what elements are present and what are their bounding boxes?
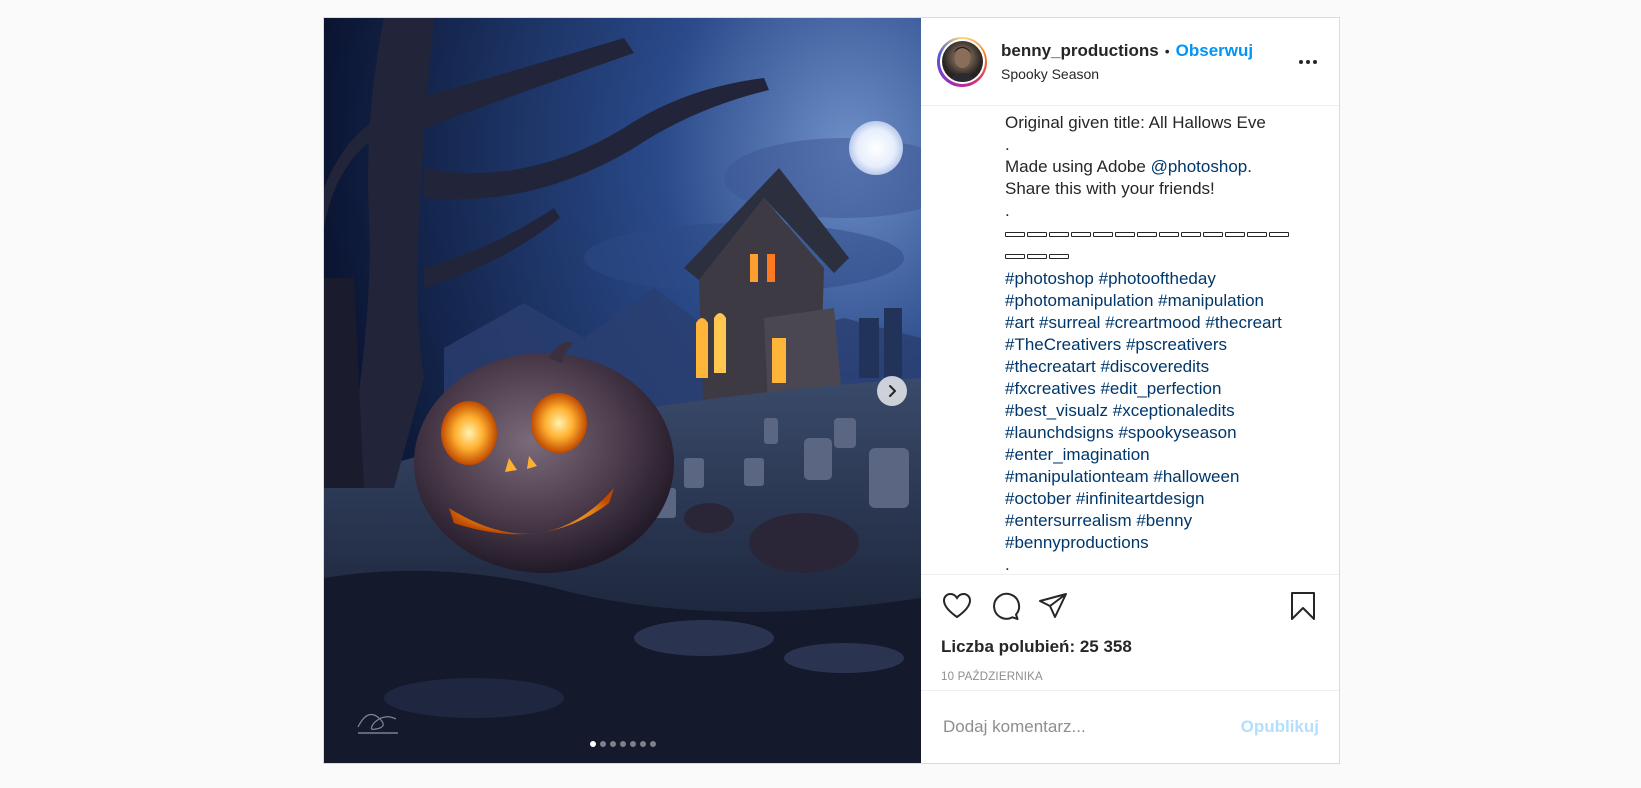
post-card: benny_productions • Obserwuj Spooky Seas… [323,17,1340,764]
post-caption: Original given title: All Hallows Eve . … [921,106,1339,574]
divider-dash [1137,232,1157,237]
caption-title-line: Original given title: All Hallows Eve [1005,113,1266,132]
hashtag-link[interactable]: #TheCreativers [1005,335,1121,354]
hashtag-link[interactable]: #launchdsigns [1005,423,1114,442]
hashtag-link[interactable]: #best_visualz [1005,401,1108,420]
likes-count[interactable]: Liczba polubień: 25 358 [941,637,1319,657]
location-link[interactable]: Spooky Season [1001,65,1253,83]
divider-dash [1159,232,1179,237]
username-link[interactable]: benny_productions [1001,40,1159,62]
hashtag-link[interactable]: #photomanipulation [1005,291,1153,310]
carousel-dot [589,741,596,747]
carousel-dot [629,741,636,747]
carousel-dot [609,741,616,747]
hashtag-line: #bennyproductions [1005,532,1319,554]
hashtag-link[interactable]: #halloween [1153,467,1239,486]
separator-dot: • [1164,42,1170,59]
carousel-dot [619,741,626,747]
divider-dash [1049,254,1069,259]
follow-button[interactable]: Obserwuj [1176,40,1253,62]
carousel-dot [649,741,656,747]
bookmark-icon[interactable] [1287,590,1319,622]
hashtag-line: #october #infiniteartdesign [1005,488,1319,510]
hashtag-link[interactable]: #creartmood [1105,313,1200,332]
post-image[interactable] [324,18,921,763]
post-date[interactable]: 10 PAŹDZIERNIKA [941,671,1319,683]
divider-dash [1247,232,1267,237]
more-icon [1299,59,1303,64]
carousel-dot [599,741,606,747]
avatar[interactable] [937,36,987,87]
hashtag-line: #enter_imagination [1005,444,1319,466]
hashtag-line: #art #surreal #creartmood #thecreart [1005,312,1319,334]
hashtag-link[interactable]: #xceptionaledits [1113,401,1235,420]
hashtag-link[interactable]: #enter_imagination [1005,445,1150,464]
chevron-right-icon [889,385,896,397]
divider-dash [1115,232,1135,237]
heart-icon[interactable] [941,590,973,622]
hashtag-link[interactable]: #benny [1136,511,1192,530]
divider-dash [1203,232,1223,237]
comment-input[interactable] [941,716,1241,738]
post-actions: Liczba polubień: 25 358 10 PAŹDZIERNIKA [921,574,1339,690]
hashtag-link[interactable]: #bennyproductions [1005,533,1149,552]
carousel-next-button[interactable] [877,376,907,406]
divider-dash [1181,232,1201,237]
hashtag-link[interactable]: #thecreart [1205,313,1282,332]
post-header: benny_productions • Obserwuj Spooky Seas… [921,18,1339,106]
hashtag-line: #TheCreativers #pscreativers [1005,334,1319,356]
caption-hashtags: #photoshop #photooftheday #photomanipulat… [1005,268,1319,554]
hashtag-link[interactable]: #october [1005,489,1071,508]
share-icon[interactable] [1037,590,1069,622]
hashtag-link[interactable]: #entersurrealism [1005,511,1132,530]
hashtag-link[interactable]: #photoshop [1005,269,1094,288]
hashtag-link[interactable]: #photooftheday [1099,269,1216,288]
carousel-dot [639,741,646,747]
comment-icon[interactable] [989,590,1021,622]
caption-dot: . [1005,555,1010,574]
divider-dash [1027,232,1047,237]
hashtag-link[interactable]: #spookyseason [1118,423,1236,442]
hashtag-line: #manipulationteam #halloween [1005,466,1319,488]
hashtag-link[interactable]: #surreal [1039,313,1100,332]
publish-button[interactable]: Opublikuj [1241,717,1319,737]
hashtag-link[interactable]: #thecreatart [1005,357,1096,376]
divider-dash [1071,232,1091,237]
hashtag-link[interactable]: #manipulation [1158,291,1264,310]
watermark-logo [357,713,398,734]
hashtag-link[interactable]: #manipulationteam [1005,467,1149,486]
divider-dash [1093,232,1113,237]
hashtag-line: #fxcreatives #edit_perfection [1005,378,1319,400]
caption-dot: . [1005,135,1010,154]
hashtag-link[interactable]: #discoveredits [1100,357,1209,376]
caption-made-line: Made using Adobe @photoshop. [1005,157,1252,176]
hashtag-link[interactable]: #infiniteartdesign [1076,489,1205,508]
caption-dot: . [1005,201,1010,220]
divider-dash [1269,232,1289,237]
comment-form: Opublikuj [921,690,1339,763]
hashtag-line: #photoshop #photooftheday [1005,268,1319,290]
hashtag-link[interactable]: #fxcreatives [1005,379,1096,398]
hashtag-line: #launchdsigns #spookyseason [1005,422,1319,444]
hashtag-line: #best_visualz #xceptionaledits [1005,400,1319,422]
halloween-scene-image [324,18,921,763]
avatar-image [941,41,983,82]
caption-share-line: Share this with your friends! [1005,179,1215,198]
hashtag-line: #thecreatart #discoveredits [1005,356,1319,378]
hashtag-link[interactable]: #pscreativers [1126,335,1227,354]
photoshop-mention-link[interactable]: @photoshop [1151,157,1248,176]
divider-dash [1005,254,1025,259]
divider-dash [1049,232,1069,237]
divider-dash [1005,232,1025,237]
hashtag-link[interactable]: #art [1005,313,1034,332]
hashtag-line: #photomanipulation #manipulation [1005,290,1319,312]
carousel-indicator [324,741,921,747]
post-sidebar: benny_productions • Obserwuj Spooky Seas… [921,18,1339,763]
more-options-button[interactable] [1295,56,1321,68]
hashtag-line: #entersurrealism #benny [1005,510,1319,532]
divider-dash [1225,232,1245,237]
divider-dash [1027,254,1047,259]
caption-divider [1005,224,1295,266]
hashtag-link[interactable]: #edit_perfection [1100,379,1221,398]
